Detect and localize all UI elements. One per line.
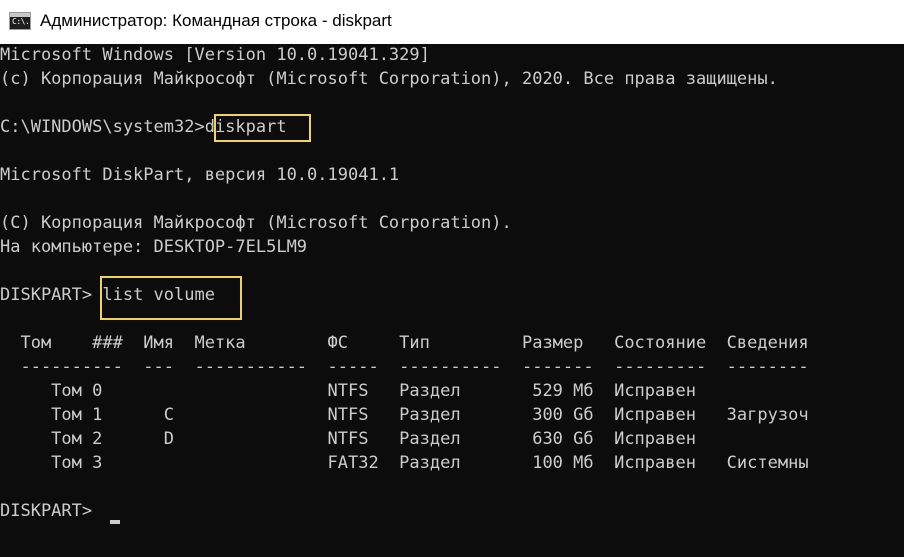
highlight-box-list-volume bbox=[100, 276, 242, 320]
table-row: Том 2 D NTFS Раздел 630 Gб Исправен bbox=[0, 429, 696, 449]
current-prompt: DISKPART> bbox=[0, 501, 103, 521]
computer-name-line: На компьютере: DESKTOP-7EL5LM9 bbox=[0, 237, 308, 257]
table-row: Том 0 NTFS Раздел 529 Мб Исправен bbox=[0, 381, 696, 401]
prompt-path: C:\WINDOWS\system32> bbox=[0, 117, 205, 137]
cmd-icon-text: C:\. bbox=[12, 17, 30, 26]
text-cursor bbox=[110, 520, 120, 524]
table-header: Том ### Имя Метка ФС Тип Размер Состояни… bbox=[0, 333, 809, 353]
console-output[interactable]: Microsoft Windows [Version 10.0.19041.32… bbox=[0, 44, 904, 557]
diskpart-version-line: Microsoft DiskPart, версия 10.0.19041.1 bbox=[0, 165, 400, 185]
table-row: Том 1 C NTFS Раздел 300 Gб Исправен Загр… bbox=[0, 405, 809, 425]
copyright-line: (c) Корпорация Майкрософт (Microsoft Cor… bbox=[0, 69, 778, 89]
diskpart-copyright-line: (C) Корпорация Майкрософт (Microsoft Cor… bbox=[0, 213, 512, 233]
title-bar: C:\. Администратор: Командная строка - d… bbox=[0, 0, 904, 44]
cmd-icon: C:\. bbox=[9, 12, 31, 30]
window-title: Администратор: Командная строка - diskpa… bbox=[40, 11, 392, 30]
diskpart-prompt: DISKPART> bbox=[0, 285, 103, 305]
highlight-box-diskpart bbox=[214, 114, 311, 142]
table-row: Том 3 FAT32 Раздел 100 Мб Исправен Систе… bbox=[0, 453, 809, 473]
table-separator: ---------- --- ----------- ----- -------… bbox=[0, 357, 809, 377]
version-line: Microsoft Windows [Version 10.0.19041.32… bbox=[0, 45, 430, 65]
